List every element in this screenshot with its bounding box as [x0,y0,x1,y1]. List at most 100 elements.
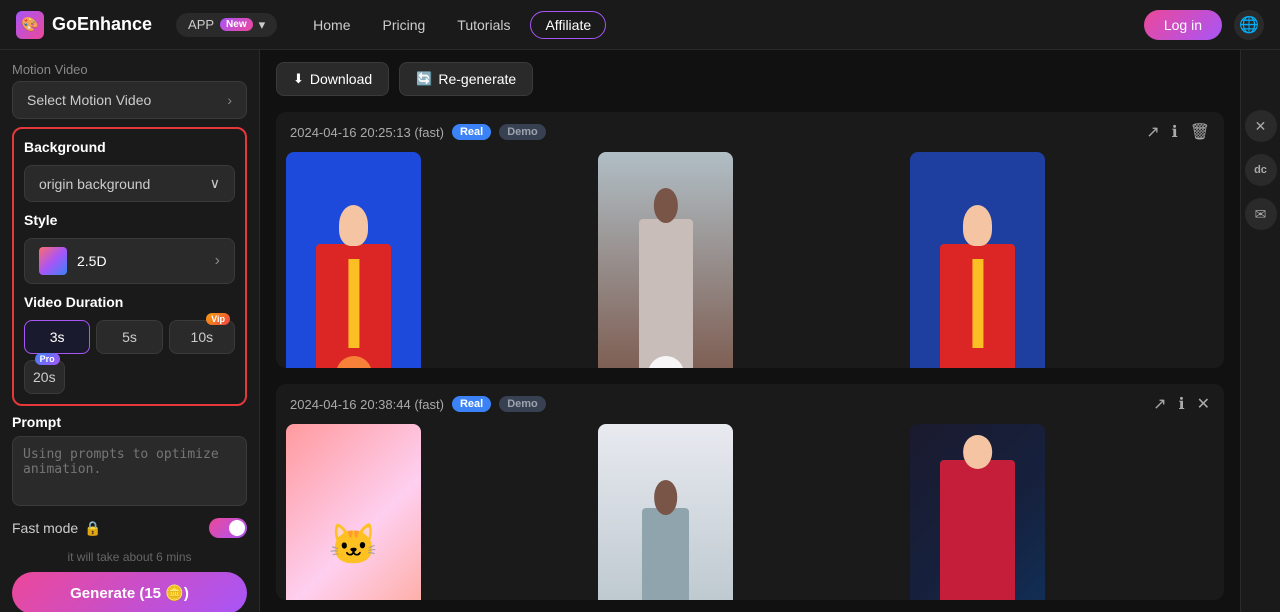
video-thumb-2a[interactable]: 🐱 [286,424,421,600]
fast-mode-toggle[interactable] [209,518,247,538]
gallery-header-1: 2024-04-16 20:25:13 (fast) Real Demo ↗ ℹ… [276,112,1224,152]
joker-head-1 [339,205,369,246]
style-thumbnail [39,247,67,275]
joker-body-2 [940,205,1014,369]
duration-grid: 3s 5s Vip 10s [24,320,235,354]
style-label: Style [24,212,235,228]
video-thumb-2b[interactable] [598,424,733,600]
share-icon-1[interactable]: ↗ [1146,122,1159,142]
video-grid-2: 🐱 [276,424,1224,600]
duration-5s-button[interactable]: 5s [96,320,162,354]
chevron-right-icon: › [227,92,232,108]
joker-video-1: ▶ [286,152,421,368]
badge-real-2: Real [452,396,491,412]
select-motion-button[interactable]: Select Motion Video › [12,81,247,119]
person-head-1 [653,188,677,223]
background-label: Background [24,139,235,155]
background-select[interactable]: origin background ∨ [24,165,235,202]
person-indoor-body [642,508,689,600]
download-icon: ⬇ [293,71,304,87]
joker-suit-1 [316,244,390,368]
info-icon-1[interactable]: ℹ [1172,122,1178,142]
nav-home[interactable]: Home [301,11,362,39]
app-dropdown[interactable]: APP New ▾ [176,13,277,37]
gallery-header-2: 2024-04-16 20:38:44 (fast) Real Demo ↗ ℹ… [276,384,1224,424]
chevron-down-icon: ∨ [210,175,220,192]
style-name: 2.5D [77,253,215,269]
close-right-icon[interactable]: ✕ [1245,110,1277,142]
top-download-button[interactable]: ⬇ Download [276,62,389,96]
app-label: APP [188,17,214,32]
share-icon-2[interactable]: ↗ [1153,394,1166,414]
joker-video-2 [910,152,1045,368]
select-motion-text: Select Motion Video [27,92,151,108]
video-thumb-1b[interactable]: ▶ [598,152,733,368]
top-regenerate-button[interactable]: 🔄 Re-generate [399,62,533,96]
dark-figure-head [963,435,993,469]
prompt-section: Prompt [12,414,247,506]
person-indoor-head [654,480,678,514]
person-indoor-thumb [598,424,733,600]
background-section: Background origin background ∨ Style 2.5… [12,127,247,406]
top-action-row: ⬇ Download 🔄 Re-generate [276,62,1224,96]
brand-name: GoEnhance [52,14,152,35]
duration-20s-button[interactable]: Pro 20s [24,360,65,394]
duration-label: Video Duration [24,294,235,310]
bg-option-text: origin background [39,176,150,192]
video-grid-1: ▶ ▶ [276,152,1224,368]
dark-video-thumb [910,424,1045,600]
close-icon-2[interactable]: ✕ [1197,394,1210,414]
duration-3s-button[interactable]: 3s [24,320,90,354]
email-symbol: ✉ [1255,206,1267,223]
fast-mode-row: Fast mode 🔒 [12,514,247,542]
motion-video-label: Motion Video [12,62,247,77]
main-content: Motion Video Select Motion Video › Backg… [0,50,1280,612]
delete-icon-1[interactable]: 🗑 [1190,122,1210,142]
nav-right: Log in 🌐 [1144,10,1264,40]
info-text: it will take about 6 mins [12,550,247,564]
dark-figure [940,460,1014,600]
globe-icon[interactable]: 🌐 [1234,10,1264,40]
outdoor-video-1: ▶ [598,152,733,368]
video-thumb-2c[interactable] [910,424,1045,600]
logo-icon: 🎨 [16,11,44,39]
gallery-item-2: 2024-04-16 20:38:44 (fast) Real Demo ↗ ℹ… [276,384,1224,600]
nav-affiliate[interactable]: Affiliate [530,11,606,39]
email-icon[interactable]: ✉ [1245,198,1277,230]
prompt-label: Prompt [12,414,247,430]
nav-links: Home Pricing Tutorials Affiliate [301,11,1120,39]
duration-10s-button[interactable]: Vip 10s [169,320,235,354]
pro-badge: Pro [35,353,60,365]
gallery-timestamp-1: 2024-04-16 20:25:13 (fast) [290,125,444,140]
regenerate-icon: 🔄 [416,71,432,87]
cat-emoji: 🐱 [329,521,379,568]
login-button[interactable]: Log in [1144,10,1222,40]
joker-body-1 [316,205,390,369]
prompt-input[interactable] [12,436,247,506]
navbar: 🎨 GoEnhance APP New ▾ Home Pricing Tutor… [0,0,1280,50]
nav-tutorials[interactable]: Tutorials [445,11,522,39]
info-icon-2[interactable]: ℹ [1179,394,1185,414]
generate-button[interactable]: Generate (15 🪙) [12,572,247,612]
chevron-down-icon: ▾ [259,17,266,33]
lock-icon: 🔒 [84,520,101,537]
sidebar: Motion Video Select Motion Video › Backg… [0,50,260,612]
video-thumb-1c[interactable] [910,152,1045,368]
style-selector[interactable]: 2.5D › [24,238,235,284]
cat-video-thumb: 🐱 [286,424,421,600]
x-icon: ✕ [1255,118,1267,135]
right-sidebar: ✕ dc ✉ [1240,50,1280,612]
discord-icon[interactable]: dc [1245,154,1277,186]
gallery-item-1: 2024-04-16 20:25:13 (fast) Real Demo ↗ ℹ… [276,112,1224,368]
joker-head-2 [963,205,993,246]
fast-mode-label: Fast mode 🔒 [12,520,102,537]
gallery-timestamp-2: 2024-04-16 20:38:44 (fast) [290,397,444,412]
badge-real-1: Real [452,124,491,140]
video-thumb-1a[interactable]: ▶ [286,152,421,368]
brand-logo[interactable]: 🎨 GoEnhance [16,11,152,39]
vip-badge: Vip [206,313,230,325]
duration-row-bottom: Pro 20s [24,360,235,394]
person-body-1 [639,219,693,368]
nav-pricing[interactable]: Pricing [371,11,438,39]
content-area: ⬇ Download 🔄 Re-generate 2024-04-16 20:2… [260,50,1240,612]
